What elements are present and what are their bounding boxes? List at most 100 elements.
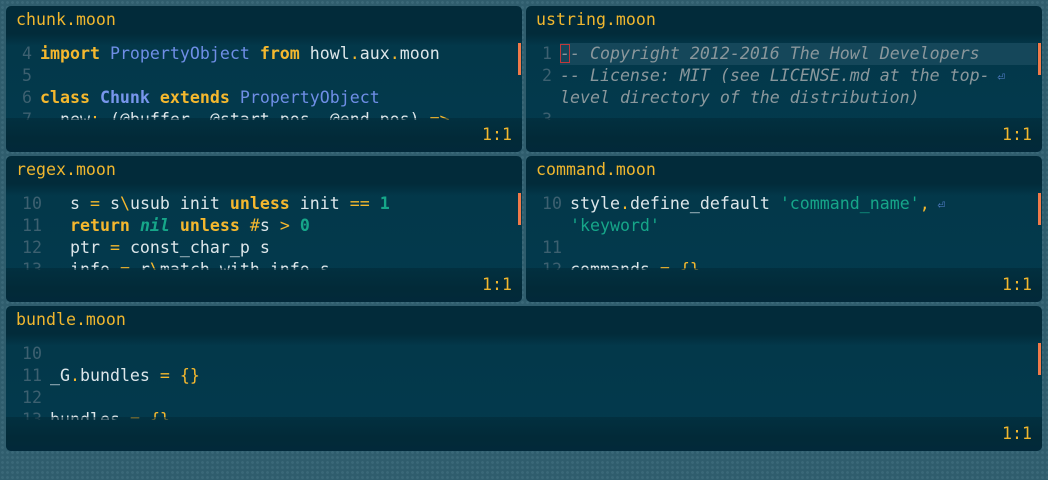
code-token: usub init — [129, 194, 230, 213]
code-token: . — [389, 44, 400, 63]
line-text: -- License: MIT (see LICENSE.md at the t… — [560, 65, 1005, 89]
code-token: aux — [359, 44, 390, 63]
code-line: 11 — [526, 237, 1042, 259]
code-token: _G — [50, 366, 70, 385]
current-line-text: -- Copyright 2012-2016 The Howl Develope… — [560, 43, 1037, 65]
line-text: return nil unless #s > 0 — [50, 215, 310, 237]
code-line: 'keyword' — [526, 215, 1042, 237]
code-token: ptr — [50, 238, 110, 257]
cursor: - — [560, 44, 570, 63]
code-line: 10 style.define_default 'command_name', ⏎ — [526, 193, 1042, 215]
line-text: 'keyword' — [570, 215, 660, 237]
status-bar — [526, 118, 1042, 152]
code-view[interactable]: 10 11 _G.bundles = {} 12 13 bundles = {} — [6, 343, 1042, 420]
line-number: 2 — [542, 66, 552, 85]
code-token: , — [919, 194, 930, 213]
code-view[interactable]: 1 -- Copyright 2012-2016 The Howl Develop… — [526, 43, 1042, 120]
line-number: 12 — [22, 388, 42, 407]
line-number: 10 — [542, 194, 562, 213]
cursor-position: 1:1 — [482, 125, 512, 144]
code-line: 6 class Chunk extends PropertyObject — [6, 87, 522, 109]
scrollbar-marker[interactable] — [518, 193, 521, 225]
code-token: from — [259, 44, 300, 63]
code-token: bundles — [79, 366, 160, 385]
code-token: 0 — [299, 216, 310, 235]
code-token: . — [619, 194, 630, 213]
code-line: 5 — [6, 65, 522, 87]
line-text: _G.bundles = {} — [50, 365, 200, 387]
code-line: 2 -- License: MIT (see LICENSE.md at the … — [526, 65, 1042, 87]
line-text: ptr = const_char_p s — [50, 237, 270, 259]
code-token: return — [69, 216, 130, 235]
cursor-position: 1:1 — [1002, 275, 1032, 294]
code-token: s — [99, 194, 120, 213]
code-view[interactable]: 10 style.define_default 'command_name', ⏎… — [526, 193, 1042, 270]
scrollbar-marker[interactable] — [1038, 193, 1041, 225]
scrollbar-marker[interactable] — [1038, 43, 1041, 75]
code-line: 1 -- Copyright 2012-2016 The Howl Develop… — [526, 43, 1042, 65]
code-token: PropertyObject — [109, 44, 250, 63]
line-number: 6 — [22, 88, 32, 107]
line-number: 11 — [542, 238, 562, 257]
status-bar — [6, 417, 1042, 451]
pane-title: command.moon — [536, 160, 656, 179]
status-bar — [6, 268, 522, 302]
code-token: = — [109, 238, 120, 257]
code-view[interactable]: 10 s = s\usub init unless init == 1 11 re… — [6, 193, 522, 270]
code-token: 1 — [379, 194, 390, 213]
line-number: 10 — [22, 344, 42, 363]
code-token: Chunk — [99, 88, 150, 107]
code-token: howl — [299, 44, 350, 63]
editor-pane-command[interactable]: command.moon 10 style.define_default 'comm… — [526, 156, 1042, 302]
code-token: PropertyObject — [239, 88, 380, 107]
line-number: 4 — [22, 44, 32, 63]
code-token: const_char_p s — [119, 238, 270, 257]
code-line: 11 return nil unless #s > 0 — [6, 215, 522, 237]
pane-title: bundle.moon — [16, 310, 126, 329]
code-token: unless — [229, 194, 290, 213]
scrollbar-marker[interactable] — [1038, 343, 1041, 375]
line-text: class Chunk extends PropertyObject — [40, 87, 380, 109]
code-token: unless — [179, 216, 240, 235]
line-number: 5 — [22, 66, 32, 85]
code-line: 4 import PropertyObject from howl.aux.moo… — [6, 43, 522, 65]
code-token: # — [249, 216, 260, 235]
code-token: moon — [399, 44, 440, 63]
line-text: style.define_default 'command_name', ⏎ — [570, 193, 945, 217]
line-number: 1 — [542, 44, 552, 63]
code-token: nil — [139, 216, 170, 235]
code-token: 'command_name' — [779, 194, 920, 213]
editor-pane-chunk[interactable]: chunk.moon 4 import PropertyObject from ho… — [6, 6, 522, 152]
code-line: 12 — [6, 387, 1042, 409]
code-token: s — [50, 194, 90, 213]
editor-pane-ustring[interactable]: ustring.moon 1 -- Copyright 2012-2016 The … — [526, 6, 1042, 152]
code-token: = — [89, 194, 100, 213]
code-token: style — [570, 194, 620, 213]
scrollbar-marker[interactable] — [518, 43, 521, 75]
code-line: 10 s = s\usub init unless init == 1 — [6, 193, 522, 215]
code-token: . — [69, 366, 80, 385]
code-token: = — [159, 366, 170, 385]
cursor-position: 1:1 — [1002, 424, 1032, 443]
wrap-indicator-icon: ⏎ — [929, 198, 946, 213]
line-text: level directory of the distribution) — [560, 87, 920, 109]
code-token: class — [40, 88, 90, 107]
code-token: -- License: MIT (see LICENSE.md at the t… — [560, 66, 990, 85]
code-token: . — [349, 44, 360, 63]
line-number: 11 — [22, 366, 42, 385]
editor-pane-bundle[interactable]: bundle.moon 10 11 _G.bundles = {} 12 13 bundle… — [6, 306, 1042, 451]
line-number: 11 — [22, 216, 42, 235]
pane-title: ustring.moon — [536, 10, 656, 29]
code-token: level directory of the distribution) — [560, 88, 920, 107]
editor-pane-regex[interactable]: regex.moon 10 s = s\usub init unless init… — [6, 156, 522, 302]
code-token: > — [279, 216, 290, 235]
code-view[interactable]: 4 import PropertyObject from howl.aux.moo… — [6, 43, 522, 120]
